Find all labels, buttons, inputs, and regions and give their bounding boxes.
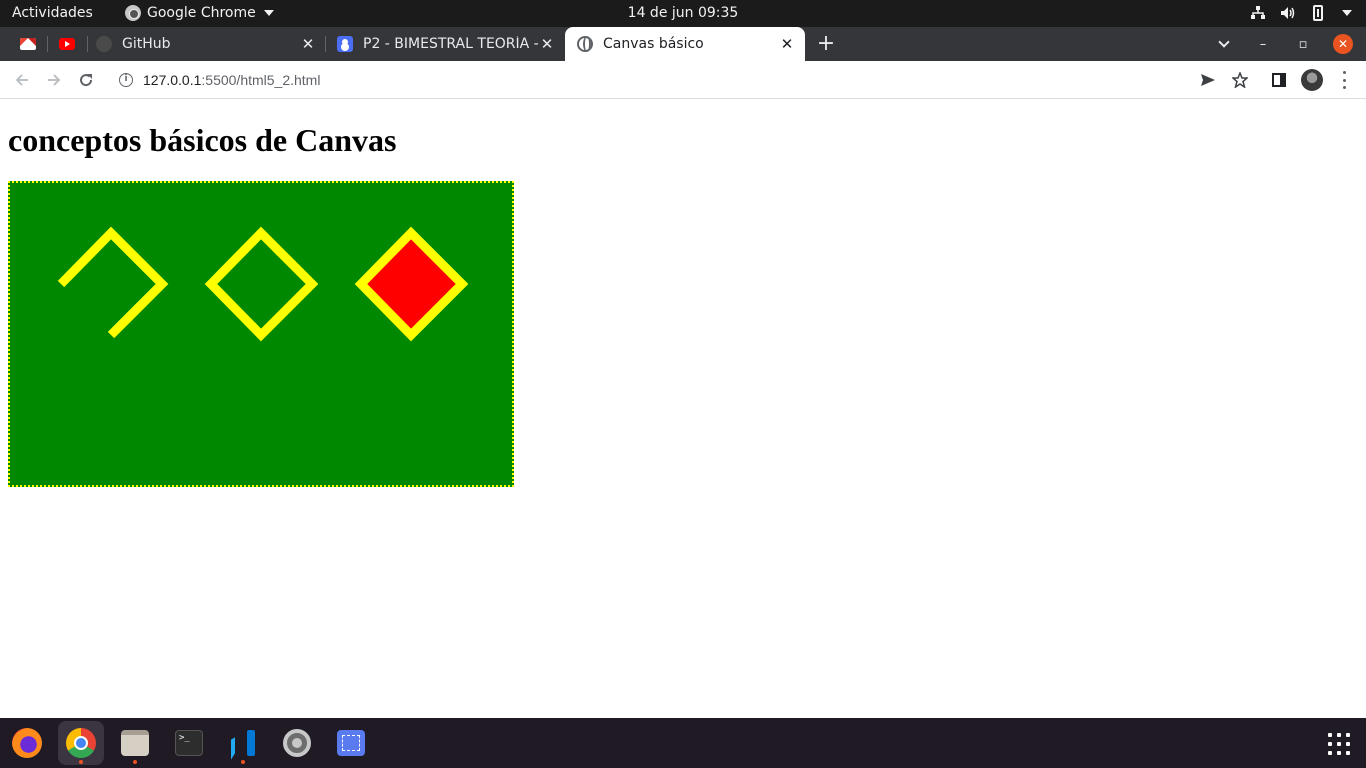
open-path-shape	[57, 226, 169, 339]
close-icon: ✕	[1333, 34, 1353, 54]
filled-diamond-shape	[354, 226, 469, 342]
maximize-button[interactable]: ▫	[1288, 27, 1318, 61]
url-text[interactable]: 127.0.0.1:5500/html5_2.html	[143, 72, 320, 88]
tab-separator	[47, 36, 48, 52]
system-menu-caret-icon	[1342, 10, 1352, 16]
arrow-right-icon	[48, 74, 61, 86]
tab-separator	[87, 36, 88, 52]
send-icon	[1201, 74, 1215, 86]
globe-icon	[577, 36, 593, 52]
bookmark-button[interactable]	[1226, 66, 1254, 94]
send-to-devices-button[interactable]	[1194, 66, 1222, 94]
page-heading: conceptos básicos de Canvas	[8, 122, 397, 158]
classroom-icon	[337, 36, 353, 52]
files-icon	[121, 730, 149, 756]
pinned-tab-youtube[interactable]	[52, 27, 82, 61]
clock[interactable]: 14 de jun 09:35	[628, 5, 739, 21]
tab-title: GitHub	[122, 36, 171, 52]
dock-firefox[interactable]	[4, 721, 50, 765]
youtube-icon	[59, 38, 75, 50]
forward-button[interactable]	[40, 66, 68, 94]
tab-canvas-basico[interactable]: Canvas básico ✕	[565, 27, 805, 61]
dock-screenshot[interactable]	[328, 721, 374, 765]
battery-icon	[1310, 4, 1326, 22]
close-tab-icon[interactable]: ✕	[539, 36, 555, 52]
firefox-icon	[12, 728, 42, 758]
chevron-down-icon	[1218, 36, 1230, 48]
arrow-left-icon	[15, 74, 28, 86]
tab-p2-bimestral[interactable]: P2 - BIMESTRAL TEORÍA - I ✕	[337, 27, 563, 61]
profile-avatar[interactable]	[1301, 69, 1323, 91]
tab-strip: GitHub ✕ P2 - BIMESTRAL TEORÍA - I ✕ Can…	[0, 27, 1366, 61]
dock-files[interactable]	[112, 721, 158, 765]
dock-vscode[interactable]	[220, 721, 266, 765]
chrome-icon	[66, 728, 96, 758]
stroked-diamond-shape	[204, 226, 319, 342]
settings-icon	[283, 729, 311, 757]
web-page: conceptos básicos de Canvas	[0, 100, 1366, 718]
url-path: :5500/html5_2.html	[201, 72, 321, 88]
star-icon	[1232, 72, 1248, 88]
chrome-menu-button[interactable]	[1340, 71, 1348, 89]
browser-toolbar: i 127.0.0.1:5500/html5_2.html	[0, 61, 1366, 99]
dock-settings[interactable]	[274, 721, 320, 765]
side-panel-button[interactable]	[1265, 66, 1293, 94]
reload-button[interactable]	[72, 66, 100, 94]
clock-container: 14 de jun 09:35	[0, 5, 1366, 21]
url-host: 127.0.0.1	[143, 72, 202, 88]
dock-chrome[interactable]	[58, 721, 104, 765]
reload-icon	[80, 74, 93, 87]
address-bar[interactable]: i 127.0.0.1:5500/html5_2.html	[108, 65, 1258, 95]
system-tray[interactable]	[1250, 4, 1352, 22]
close-tab-icon[interactable]: ✕	[300, 36, 316, 52]
vscode-icon	[229, 729, 257, 757]
dock: >_	[0, 718, 1366, 768]
pinned-tab-gmail[interactable]	[13, 27, 43, 61]
volume-icon	[1280, 4, 1296, 22]
tab-title: Canvas básico	[603, 36, 704, 52]
show-applications-icon[interactable]	[1328, 733, 1350, 755]
terminal-icon: >_	[175, 730, 203, 756]
close-tab-icon[interactable]: ✕	[779, 36, 795, 52]
canvas-element	[8, 181, 514, 487]
network-icon	[1250, 4, 1266, 22]
new-tab-button[interactable]: +	[814, 32, 838, 56]
screenshot-icon	[337, 730, 365, 756]
running-indicator	[133, 760, 137, 764]
site-info-icon[interactable]: i	[119, 73, 133, 87]
running-indicator	[79, 760, 83, 764]
gmail-icon	[20, 38, 36, 50]
close-window-button[interactable]: ✕	[1328, 27, 1358, 61]
tab-separator	[325, 36, 326, 52]
github-icon	[96, 36, 112, 52]
tab-title: P2 - BIMESTRAL TEORÍA - I	[363, 36, 539, 52]
tab-search-button[interactable]	[1209, 27, 1239, 61]
canvas-drawing	[57, 226, 469, 342]
side-panel-icon	[1272, 73, 1286, 87]
tab-github[interactable]: GitHub ✕	[96, 27, 324, 61]
minimize-button[interactable]: –	[1248, 27, 1278, 61]
system-top-bar: Actividades Google Chrome 14 de jun 09:3…	[0, 0, 1366, 27]
back-button[interactable]	[8, 66, 36, 94]
dock-terminal[interactable]: >_	[166, 721, 212, 765]
running-indicator	[241, 760, 245, 764]
